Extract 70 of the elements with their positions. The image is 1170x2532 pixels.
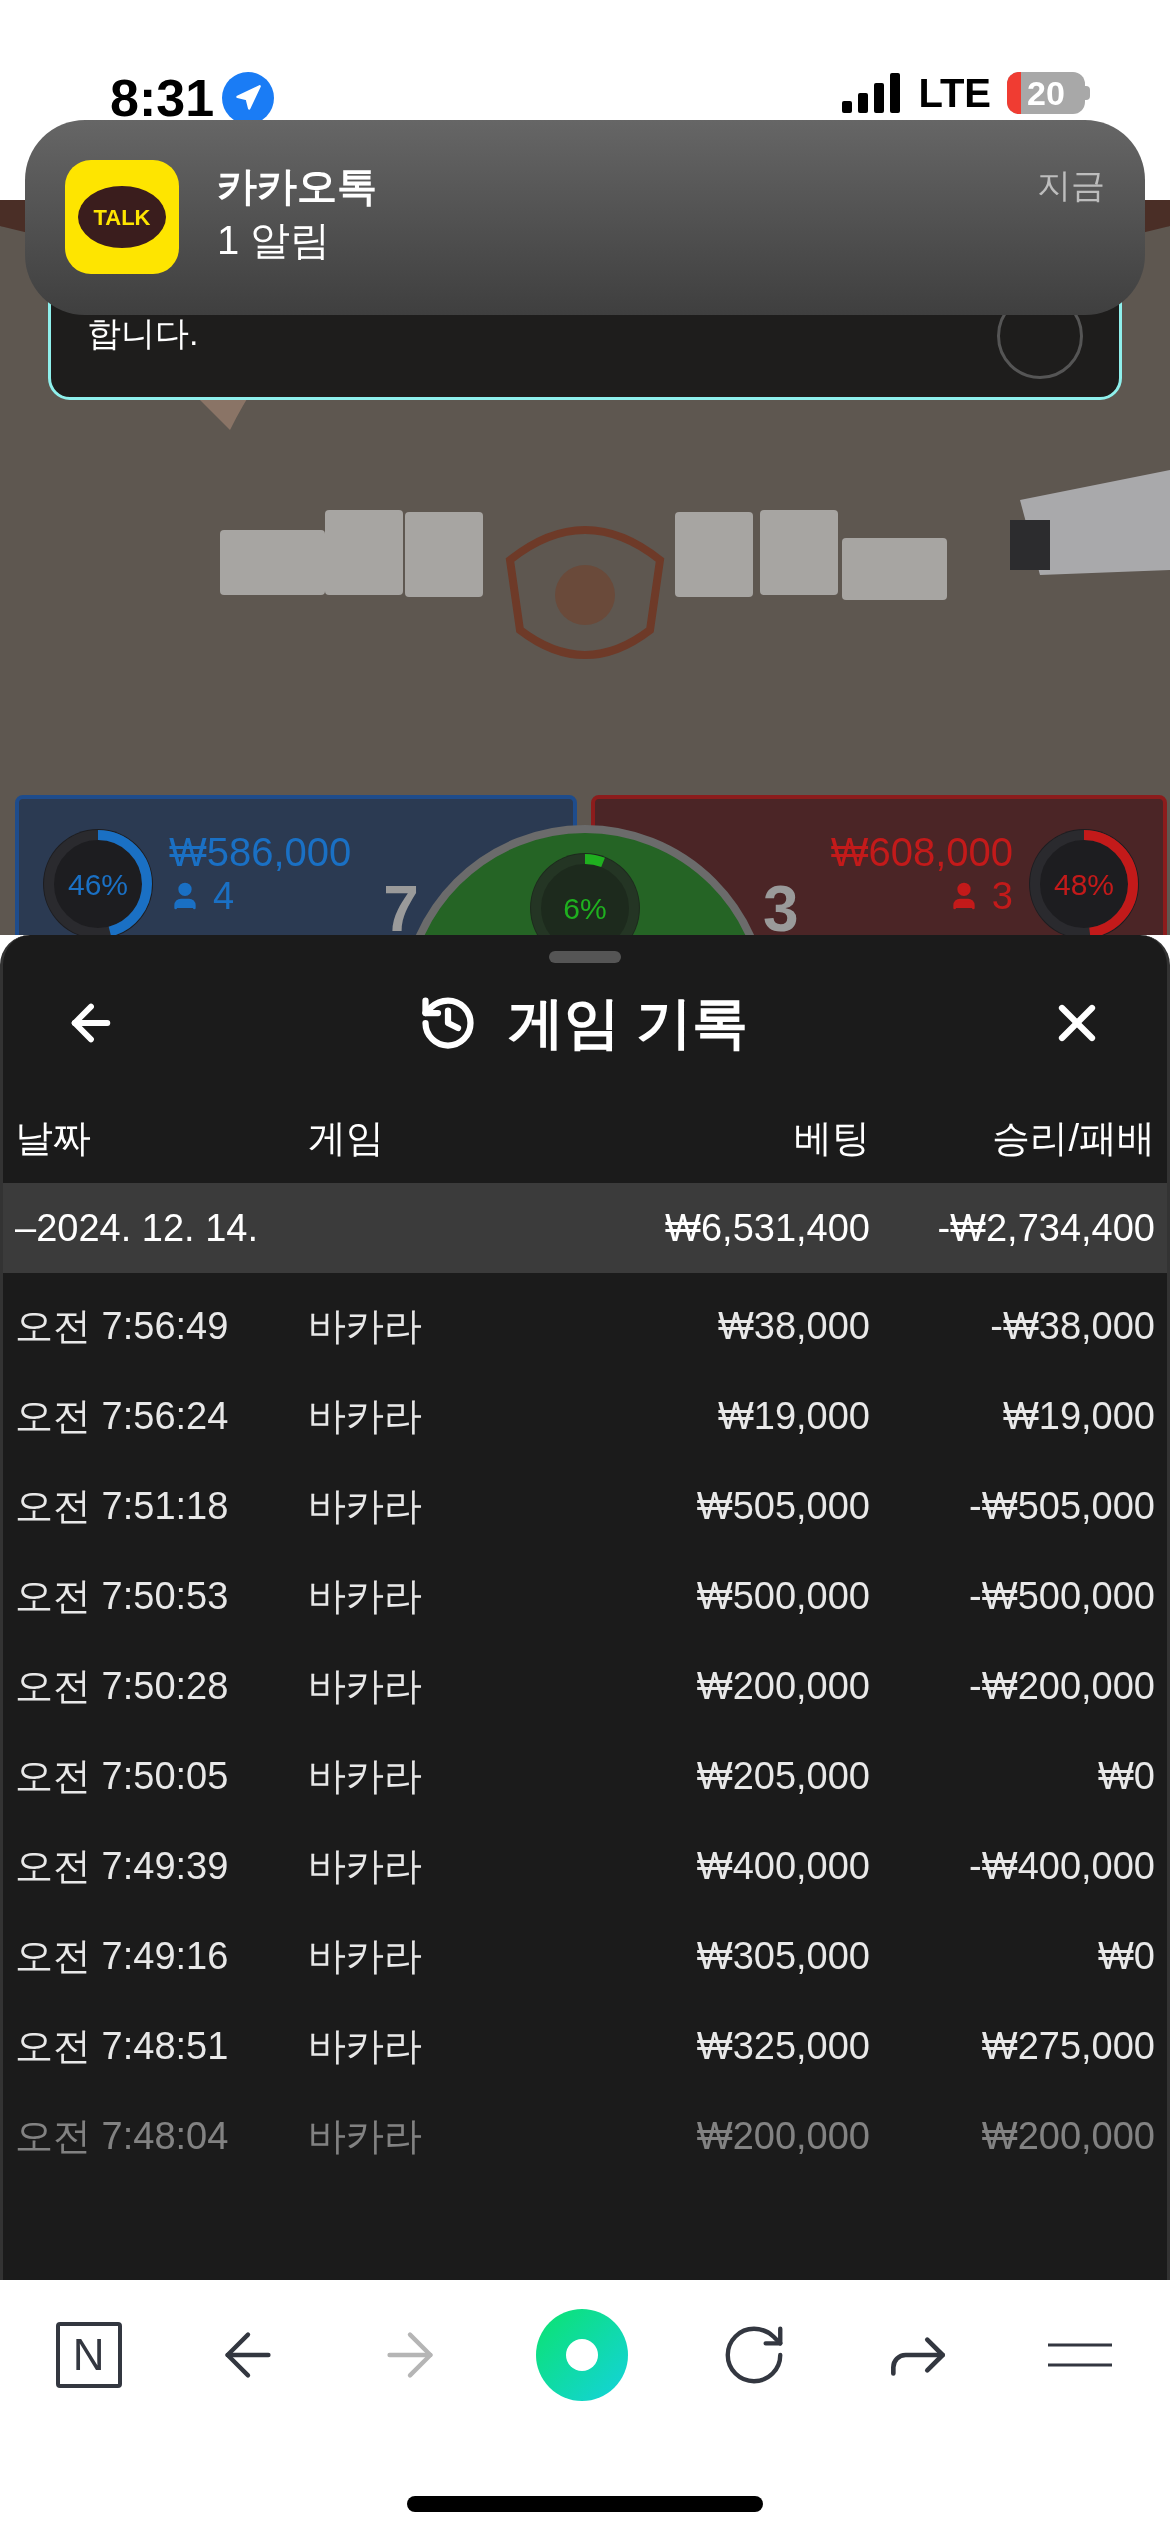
notification-message: 1 알림 (217, 217, 332, 264)
network-label: LTE (918, 73, 991, 113)
notification-toast[interactable]: TALK 카카오톡 1 알림 지금 (25, 120, 1145, 315)
percentage-text: 46% (67, 866, 128, 903)
column-header: 게임 (308, 1115, 385, 1161)
date-text: –2024. 12. 14. (15, 1205, 259, 1251)
table-cell-text: 바카라 (308, 2023, 423, 2069)
table-cell-text: ₩6,531,400 (664, 1205, 870, 1251)
table-cell-text: 오전 7:50:05 (15, 1753, 230, 1799)
table-cell-text: 바카라 (308, 1843, 423, 1889)
battery-indicator: 20 (1007, 72, 1090, 114)
table-cell-text: -₩505,000 (968, 1483, 1155, 1529)
table-cell-text: ₩0 (1097, 1753, 1155, 1799)
table-cell-text: ₩205,000 (695, 1753, 870, 1799)
table-cell-text: ₩305,000 (695, 1933, 870, 1979)
column-header: 승리/패배 (991, 1115, 1155, 1161)
app-icon: TALK (65, 160, 179, 274)
table-cell-text: ₩200,000 (695, 2113, 870, 2159)
table-cell-text: 오전 7:51:18 (15, 1483, 230, 1529)
table-cell-text: 바카라 (308, 1393, 423, 1439)
table-cell-text: 바카라 (308, 1933, 423, 1979)
table-cell-text: 바카라 (308, 2113, 423, 2159)
column-header: 날짜 (15, 1115, 92, 1161)
table-cell-text: 오전 7:50:28 (15, 1663, 230, 1709)
table-cell-text: ₩200,000 (695, 1663, 870, 1709)
table-cell-text: -₩400,000 (968, 1843, 1155, 1889)
sheet-title: 게임 기록 (508, 990, 748, 1056)
player-count: 4 (213, 875, 235, 917)
logo-button[interactable]: N (55, 2322, 122, 2388)
table-cell-text: ₩38,000 (716, 1303, 870, 1349)
hand-score: 3 (763, 877, 799, 935)
table-cell-text: 오전 7:49:39 (15, 1843, 230, 1889)
table-cell-text: 바카라 (308, 1663, 423, 1709)
table-cell-text: -₩200,000 (968, 1663, 1155, 1709)
table-cell-text: -₩2,734,400 (936, 1205, 1155, 1251)
table-cell-text: 바카라 (308, 1753, 423, 1799)
table-cell-text: 오전 7:56:24 (15, 1393, 230, 1439)
app-name: 카카오톡 (217, 163, 378, 210)
table-cell-text: 오전 7:49:16 (15, 1933, 230, 1979)
table-cell-text: ₩0 (1097, 1933, 1155, 1979)
drag-handle[interactable] (549, 951, 621, 963)
notice-text: 합니다. (87, 313, 199, 354)
table-cell-text: 오전 7:56:49 (15, 1303, 230, 1349)
bet-total: ₩608,000 (830, 829, 1013, 875)
table-cell-text: ₩500,000 (695, 1573, 870, 1619)
percentage-text: 48% (1053, 866, 1114, 903)
table-cell-text: ₩275,000 (980, 2023, 1155, 2069)
notification-time: 지금 (1037, 165, 1105, 206)
table-cell-text: ₩400,000 (695, 1843, 870, 1889)
table-cell-text: ₩19,000 (1001, 1393, 1155, 1439)
percentage-text: 6% (563, 890, 607, 927)
table-cell-text: 바카라 (308, 1303, 423, 1349)
table-cell-text: ₩505,000 (695, 1483, 870, 1529)
date-group-row[interactable]: –2024. 12. 14. ₩6,531,400 -₩2,734,400 (3, 1183, 1167, 1273)
player-count: 3 (991, 875, 1013, 917)
table-cell-text: ₩200,000 (980, 2113, 1155, 2159)
hand-score: 7 (383, 877, 419, 935)
table-cell-text: ₩325,000 (695, 2023, 870, 2069)
table-cell-text: 오전 7:48:04 (15, 2113, 230, 2159)
table-cell-text: 오전 7:50:53 (15, 1573, 230, 1619)
table-cell-text: 바카라 (308, 1483, 423, 1529)
table-cell-text: -₩500,000 (968, 1573, 1155, 1619)
bet-total: ₩586,000 (169, 829, 352, 875)
signal-icon (842, 73, 903, 113)
table-cell-text: ₩19,000 (716, 1393, 870, 1439)
table-cell-text: -₩38,000 (989, 1303, 1155, 1349)
menu-icon[interactable] (1046, 2342, 1115, 2368)
column-header: 베팅 (793, 1115, 870, 1161)
table-cell-text: 바카라 (308, 1573, 423, 1619)
table-cell-text: 오전 7:48:51 (15, 2023, 230, 2069)
